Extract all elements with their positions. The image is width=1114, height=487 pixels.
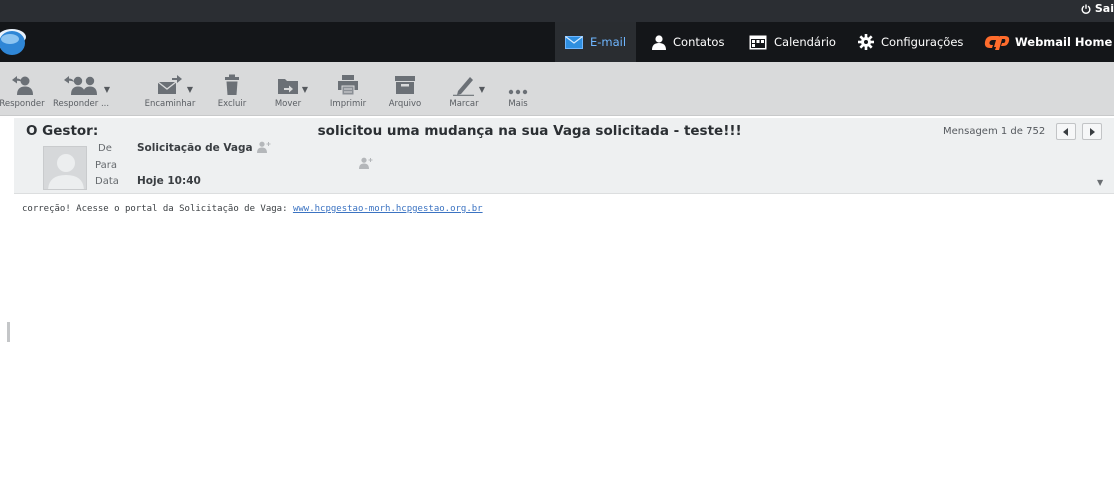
- reply-icon: [12, 76, 33, 95]
- archive-box-icon: [395, 76, 415, 94]
- from-value[interactable]: Solicitação de Vaga: [137, 142, 253, 154]
- more-dots-icon: [508, 89, 528, 95]
- print-label: Imprimir: [329, 99, 367, 109]
- portal-link[interactable]: www.hcpgestao-morh.hcpgestao.org.br: [293, 204, 483, 214]
- reply-all-icon: [64, 76, 97, 95]
- nav-email[interactable]: E-mail: [555, 22, 637, 62]
- nav-settings[interactable]: Configurações: [858, 22, 963, 62]
- subject-suffix: solicitou uma mudança na sua Vaga solici…: [317, 123, 742, 139]
- forward-icon: [157, 75, 182, 94]
- nav-settings-label: Configurações: [881, 35, 964, 49]
- redacted-sender: [103, 123, 313, 135]
- user-label: Sai: [1094, 2, 1114, 15]
- message-toolbar: Responder ▼ Responder ... ▼ Encaminhar E…: [0, 62, 1114, 116]
- print-button[interactable]: Imprimir: [326, 70, 370, 112]
- envelope-icon: [565, 35, 583, 49]
- app-logo: [0, 29, 26, 55]
- expand-header-icon[interactable]: ▼: [1097, 178, 1103, 187]
- message-body: correção! Acesse o portal da Solicitação…: [22, 204, 1102, 214]
- more-label: Mais: [508, 99, 528, 109]
- subject-prefix: O Gestor:: [26, 123, 99, 139]
- move-label: Mover: [274, 99, 302, 109]
- calendar-icon: [749, 35, 767, 49]
- folder-move-icon: [278, 79, 298, 94]
- nav-webmail-home[interactable]: Webmail Home: [983, 22, 1112, 62]
- user-menu[interactable]: Sai: [1081, 2, 1114, 15]
- reply-label: Responder: [0, 99, 45, 109]
- trash-icon: [225, 74, 239, 95]
- reply-all-label: Responder ...: [52, 99, 110, 109]
- cpanel-logo-icon: [984, 36, 1010, 50]
- top-strip: Sai: [0, 0, 1114, 22]
- pencil-icon: [453, 77, 474, 96]
- chevron-down-icon[interactable]: ▼: [302, 85, 308, 94]
- reply-button[interactable]: Responder: [0, 70, 45, 112]
- nav-calendar[interactable]: Calendário: [749, 22, 836, 62]
- reply-all-button[interactable]: ▼ Responder ...: [46, 70, 116, 112]
- printer-icon: [338, 75, 358, 96]
- from-label: De: [98, 143, 112, 154]
- archive-label: Arquivo: [388, 99, 422, 109]
- add-contact-icon[interactable]: [257, 141, 271, 153]
- forward-button[interactable]: ▼ Encaminhar: [141, 70, 199, 112]
- gear-icon: [858, 34, 874, 50]
- nav-email-label: E-mail: [590, 35, 627, 49]
- to-label: Para: [95, 160, 117, 171]
- next-message-button[interactable]: [1082, 123, 1102, 140]
- more-button[interactable]: Mais: [502, 70, 534, 112]
- person-icon: [652, 34, 666, 50]
- chevron-down-icon[interactable]: ▼: [187, 85, 193, 94]
- mark-label: Marcar: [449, 99, 479, 109]
- move-button[interactable]: ▼ Mover: [268, 70, 308, 112]
- chevron-down-icon[interactable]: ▼: [104, 85, 110, 94]
- message-subject: O Gestor: solicitou uma mudança na sua V…: [26, 123, 742, 139]
- mark-button[interactable]: ▼ Marcar: [444, 70, 485, 112]
- body-text: correção! Acesse o portal da Solicitação…: [22, 204, 288, 214]
- message-header: O Gestor: solicitou uma mudança na sua V…: [14, 118, 1114, 194]
- archive-button[interactable]: Arquivo: [385, 70, 425, 112]
- date-label: Data: [95, 176, 119, 187]
- date-value: Hoje 10:40: [137, 175, 201, 187]
- power-icon: [1081, 4, 1091, 14]
- avatar: [43, 146, 87, 190]
- add-contact-icon[interactable]: [359, 157, 373, 169]
- nav-webmail-home-label: Webmail Home: [1015, 35, 1113, 49]
- chevron-down-icon[interactable]: ▼: [479, 85, 485, 94]
- message-counter: Mensagem 1 de 752: [943, 126, 1046, 137]
- forward-label: Encaminhar: [144, 99, 196, 109]
- delete-button[interactable]: Excluir: [213, 70, 251, 112]
- nav-contacts-label: Contatos: [673, 35, 725, 49]
- resize-handle[interactable]: [7, 322, 10, 342]
- webmail-window: Sai E-mail Contatos Calendário Configura…: [0, 0, 1114, 487]
- arrow-left-icon: [1063, 127, 1068, 136]
- arrow-right-icon: [1090, 127, 1095, 136]
- nav-contacts[interactable]: Contatos: [652, 22, 724, 62]
- main-nav: E-mail Contatos Calendário Configurações…: [0, 22, 1114, 62]
- nav-calendar-label: Calendário: [774, 35, 836, 49]
- person-silhouette-icon: [48, 154, 84, 189]
- delete-label: Excluir: [217, 99, 247, 109]
- previous-message-button[interactable]: [1056, 123, 1076, 140]
